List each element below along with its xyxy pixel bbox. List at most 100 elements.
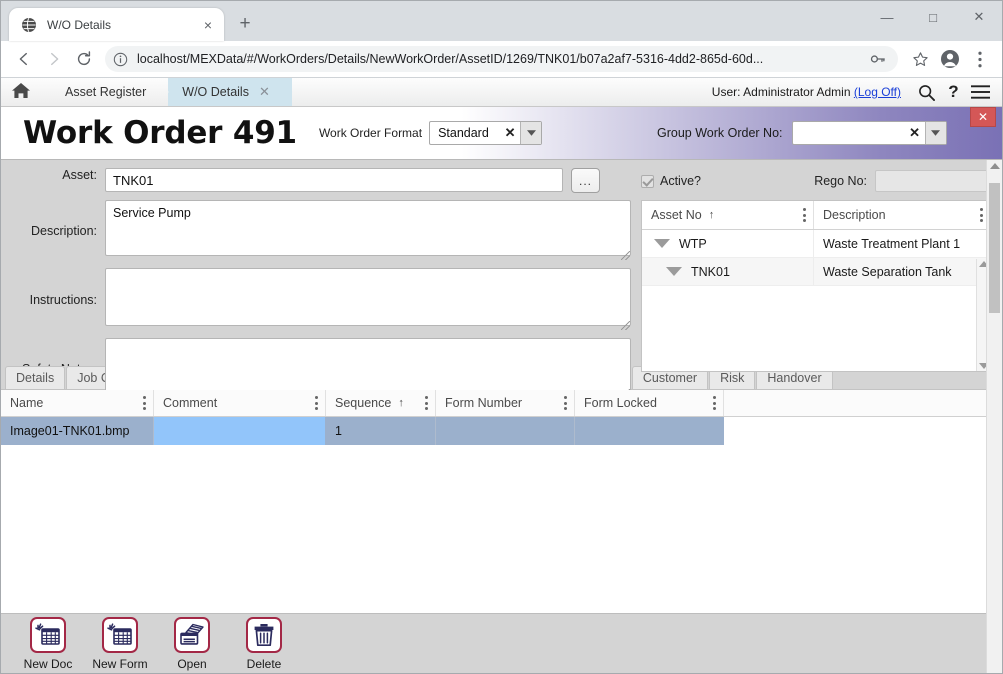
- minimize-icon[interactable]: —: [864, 1, 910, 33]
- group-work-order-value[interactable]: [793, 122, 905, 144]
- instructions-textarea[interactable]: [105, 268, 631, 326]
- asset-browse-button[interactable]: ...: [571, 168, 600, 193]
- window-close-icon[interactable]: ✕: [956, 1, 1002, 33]
- scroll-up-icon[interactable]: [989, 163, 1000, 169]
- documents-col-form-locked[interactable]: Form Locked: [575, 390, 724, 416]
- log-off-link[interactable]: (Log Off): [854, 85, 901, 99]
- clear-icon[interactable]: ✕: [905, 122, 925, 144]
- breadcrumb-label: W/O Details: [182, 85, 249, 99]
- info-circle-icon[interactable]: [113, 52, 130, 67]
- asset-grid-col-asset-no[interactable]: Asset No ↑: [642, 201, 814, 229]
- breadcrumb-close-icon[interactable]: ✕: [259, 84, 270, 100]
- nav-right-group: User: Administrator Admin (Log Off) ?: [712, 78, 1002, 106]
- work-order-format-value: Standard: [438, 126, 489, 140]
- column-menu-icon[interactable]: [314, 396, 318, 410]
- documents-col-comment[interactable]: Comment: [154, 390, 326, 416]
- hamburger-menu-icon[interactable]: [967, 85, 994, 99]
- browser-tabstrip: W/O Details × +: [1, 1, 259, 41]
- mex-application: Asset Register W/O Details ✕ User: Admin…: [1, 78, 1002, 673]
- column-label: Form Locked: [584, 396, 657, 410]
- expand-collapse-icon[interactable]: [666, 267, 682, 276]
- breadcrumb-item-asset-register[interactable]: Asset Register: [51, 78, 169, 106]
- description-textarea[interactable]: [105, 200, 631, 256]
- page-title: Work Order 491: [23, 115, 297, 151]
- scrollbar-thumb[interactable]: [989, 183, 1000, 313]
- maximize-icon[interactable]: □: [910, 1, 956, 33]
- asset-no-value: TNK01: [691, 264, 730, 279]
- work-order-format-dropdown[interactable]: Standard ✕: [429, 121, 543, 145]
- window-controls: — □ ✕: [864, 1, 1002, 33]
- asset-description-cell: Waste Treatment Plant 1: [823, 236, 961, 251]
- column-menu-icon[interactable]: [424, 396, 428, 410]
- trash-icon: [246, 616, 282, 653]
- breadcrumb-home[interactable]: [1, 78, 51, 106]
- asset-grid-col-description[interactable]: Description: [814, 201, 991, 229]
- help-icon[interactable]: ?: [940, 82, 967, 102]
- description-row: Description:: [1, 200, 637, 261]
- user-info: User: Administrator Admin (Log Off): [712, 85, 901, 99]
- safety-notes-textarea[interactable]: [105, 338, 631, 394]
- asset-input[interactable]: [105, 168, 563, 192]
- tab-details[interactable]: Details: [5, 366, 66, 389]
- column-label: Form Number: [445, 396, 523, 410]
- document-form-number-cell[interactable]: [436, 417, 575, 445]
- table-row[interactable]: Image01-TNK01.bmp 1: [1, 417, 1002, 445]
- new-form-button[interactable]: New Form: [85, 616, 155, 671]
- resize-grip[interactable]: [621, 251, 630, 260]
- documents-col-sequence[interactable]: Sequence ↑: [326, 390, 436, 416]
- new-tab-button[interactable]: +: [231, 10, 259, 38]
- chevron-down-icon[interactable]: [520, 122, 542, 144]
- bookmark-star-icon[interactable]: [906, 45, 934, 73]
- documents-col-name[interactable]: Name: [1, 390, 154, 416]
- address-bar-url: localhost/MEXData/#/WorkOrders/Details/N…: [137, 52, 764, 66]
- sort-asc-icon[interactable]: ↑: [398, 397, 404, 409]
- expand-collapse-icon[interactable]: [654, 239, 670, 248]
- form-top-section: Asset: ... Description: Instructions:: [1, 160, 1002, 398]
- column-menu-icon[interactable]: [712, 396, 716, 410]
- user-label: User: Administrator Admin: [711, 85, 851, 99]
- clear-icon[interactable]: ✕: [500, 122, 520, 144]
- document-comment-cell[interactable]: [154, 417, 326, 445]
- breadcrumb-item-wo-details[interactable]: W/O Details ✕: [168, 78, 292, 106]
- reload-icon[interactable]: [69, 44, 99, 74]
- column-menu-icon[interactable]: [802, 208, 806, 222]
- key-icon[interactable]: [870, 52, 888, 66]
- browser-tab[interactable]: W/O Details ×: [9, 8, 224, 41]
- column-menu-icon[interactable]: [142, 396, 146, 410]
- group-work-order-group: Group Work Order No: ✕: [657, 121, 947, 145]
- instructions-row: Instructions:: [1, 268, 637, 331]
- chevron-down-icon[interactable]: [924, 122, 946, 144]
- resize-grip[interactable]: [621, 321, 630, 330]
- column-menu-icon[interactable]: [979, 208, 983, 222]
- address-bar[interactable]: localhost/MEXData/#/WorkOrders/Details/N…: [105, 46, 898, 72]
- table-row[interactable]: TNK01 Waste Separation Tank: [642, 258, 991, 286]
- toolbar-label: New Doc: [23, 656, 73, 671]
- documents-col-form-number[interactable]: Form Number: [436, 390, 575, 416]
- page-scrollbar[interactable]: [986, 160, 1002, 673]
- browser-titlebar: W/O Details × + — □ ✕: [1, 1, 1002, 41]
- column-label: Description: [823, 208, 886, 222]
- document-form-locked-cell[interactable]: [575, 417, 724, 445]
- column-menu-icon[interactable]: [563, 396, 567, 410]
- browser-menu-icon[interactable]: [966, 45, 994, 73]
- close-page-button[interactable]: ✕: [970, 107, 996, 127]
- asset-grid-body: WTP Waste Treatment Plant 1 TNK01 Waste …: [642, 230, 991, 371]
- active-checkbox[interactable]: [641, 174, 654, 188]
- new-doc-button[interactable]: New Doc: [13, 616, 83, 671]
- search-icon[interactable]: [913, 84, 940, 101]
- group-work-order-label: Group Work Order No:: [657, 126, 783, 140]
- table-row[interactable]: WTP Waste Treatment Plant 1: [642, 230, 991, 258]
- browser-tab-close-icon[interactable]: ×: [200, 17, 216, 33]
- documents-toolbar: New Doc New Form Open Delete: [1, 613, 1002, 673]
- back-icon[interactable]: [9, 44, 39, 74]
- open-button[interactable]: Open: [157, 616, 227, 671]
- profile-avatar-icon[interactable]: [936, 45, 964, 73]
- toolbar-label: New Form: [92, 656, 148, 671]
- delete-button[interactable]: Delete: [229, 616, 299, 671]
- open-folder-icon: [174, 616, 210, 653]
- document-sequence-cell[interactable]: 1: [326, 417, 436, 445]
- group-work-order-dropdown[interactable]: ✕: [791, 121, 947, 145]
- document-name-cell[interactable]: Image01-TNK01.bmp: [1, 417, 154, 445]
- sort-asc-icon[interactable]: ↑: [709, 209, 715, 221]
- toolbar-label: Open: [177, 656, 207, 671]
